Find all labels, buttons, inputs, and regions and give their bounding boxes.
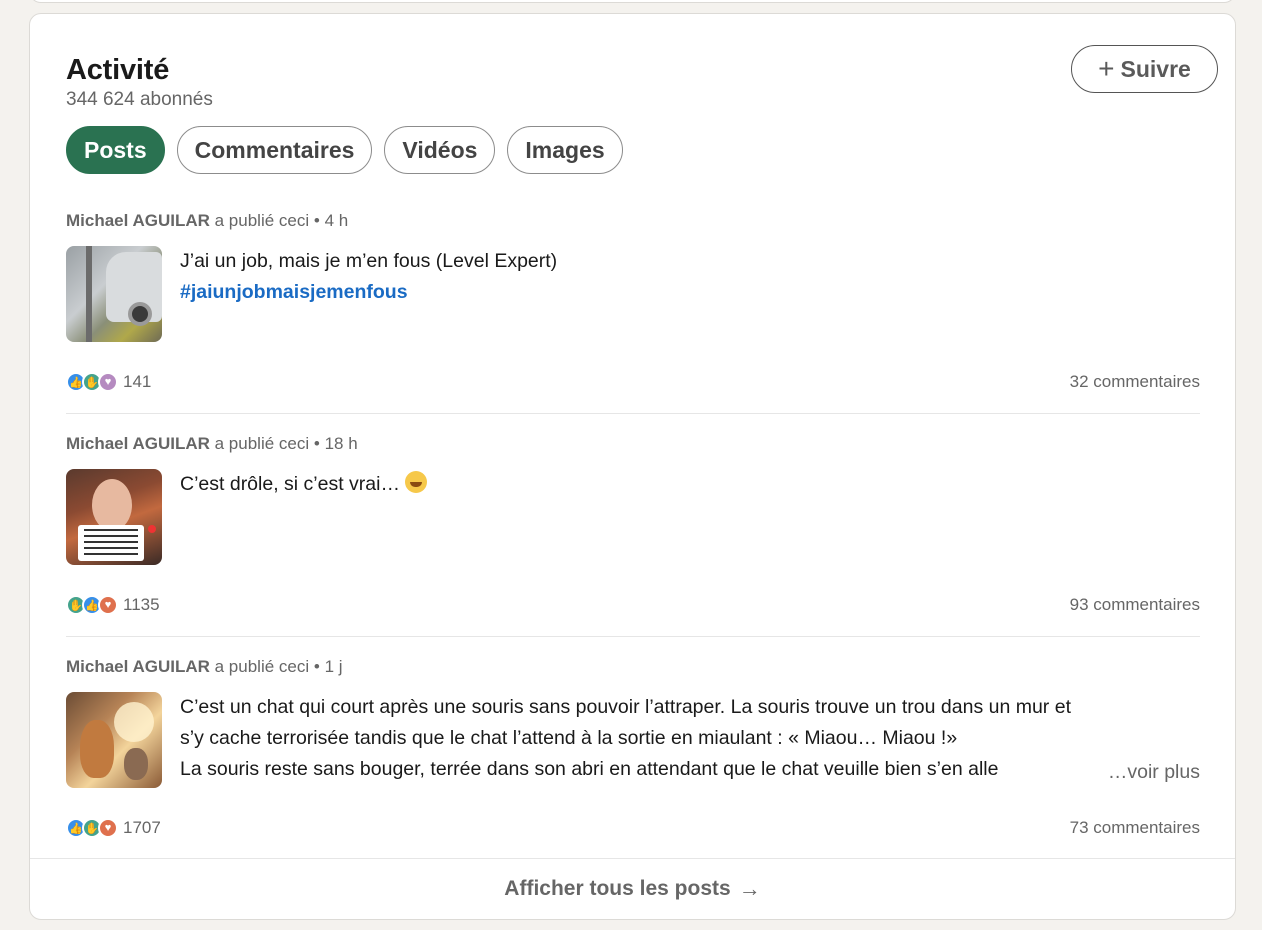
comments-count[interactable]: 32 commentaires bbox=[1070, 372, 1200, 392]
activity-title: Activité bbox=[66, 54, 170, 86]
show-all-posts-button[interactable]: Afficher tous les posts → bbox=[30, 858, 1235, 919]
post-text[interactable]: C’est un chat qui court après une souris… bbox=[180, 692, 1200, 788]
post-thumbnail[interactable] bbox=[66, 469, 162, 565]
post-text[interactable]: C’est drôle, si c’est vrai… bbox=[180, 469, 428, 565]
post-stats: 👍 ✋ ♥ 141 32 commentaires bbox=[66, 372, 1200, 392]
plus-icon: + bbox=[1098, 53, 1115, 84]
post-item[interactable]: Michael AGUILAR a publié ceci • 1 j C’es… bbox=[66, 656, 1200, 788]
post-thumbnail[interactable] bbox=[66, 692, 162, 788]
post-stats: ✋ 👍 ♥ 1135 93 commentaires bbox=[66, 595, 1200, 615]
post-author[interactable]: Michael AGUILAR bbox=[66, 434, 210, 453]
post-stats: 👍 ✋ ♥ 1707 73 commentaires bbox=[66, 818, 1200, 838]
tab-comments[interactable]: Commentaires bbox=[176, 126, 373, 174]
post-text-line: C’est un chat qui court après une souris… bbox=[180, 696, 1071, 718]
post-action: a publié ceci bbox=[214, 657, 310, 676]
post-author[interactable]: Michael AGUILAR bbox=[66, 657, 210, 676]
post-hashtag[interactable]: #jaiunjobmaisjemenfous bbox=[180, 277, 557, 308]
show-all-posts-label: Afficher tous les posts bbox=[504, 877, 731, 900]
reactions-summary[interactable]: 👍 ✋ ♥ 1707 bbox=[66, 818, 161, 838]
post-author[interactable]: Michael AGUILAR bbox=[66, 211, 210, 230]
post-divider bbox=[66, 636, 1200, 637]
rolling-laughing-emoji-icon bbox=[405, 471, 428, 493]
post-text-line: J’ai un job, mais je m’en fous (Level Ex… bbox=[180, 250, 558, 272]
post-item[interactable]: Michael AGUILAR a publié ceci • 4 h J’ai… bbox=[66, 210, 1200, 342]
comments-count[interactable]: 93 commentaires bbox=[1070, 595, 1200, 615]
tab-posts[interactable]: Posts bbox=[66, 126, 165, 174]
post-meta: Michael AGUILAR a publié ceci • 18 h bbox=[66, 433, 1200, 455]
post-meta: Michael AGUILAR a publié ceci • 4 h bbox=[66, 210, 1200, 232]
reaction-count: 141 bbox=[123, 372, 152, 391]
activity-header: Activité 344 624 abonnés bbox=[66, 52, 213, 112]
reaction-count: 1707 bbox=[123, 818, 161, 837]
meta-separator: • bbox=[313, 657, 325, 676]
arrow-right-icon: → bbox=[738, 876, 761, 901]
post-text-line: C’est drôle, si c’est vrai… bbox=[180, 473, 400, 495]
reactions-summary[interactable]: ✋ 👍 ♥ 1135 bbox=[66, 595, 160, 615]
post-meta: Michael AGUILAR a publié ceci • 1 j bbox=[66, 656, 1200, 678]
activity-card: Activité 344 624 abonnés + Suivre Posts … bbox=[29, 13, 1236, 920]
post-time: 4 h bbox=[324, 211, 349, 230]
post-action: a publié ceci bbox=[214, 434, 310, 453]
post-text[interactable]: J’ai un job, mais je m’en fous (Level Ex… bbox=[180, 246, 557, 342]
tab-videos[interactable]: Vidéos bbox=[384, 126, 496, 174]
meta-separator: • bbox=[313, 211, 325, 230]
post-divider bbox=[66, 413, 1200, 414]
follow-button-label: Suivre bbox=[1120, 55, 1191, 82]
comments-count[interactable]: 73 commentaires bbox=[1070, 818, 1200, 838]
activity-tabs: Posts Commentaires Vidéos Images bbox=[66, 126, 623, 174]
post-item[interactable]: Michael AGUILAR a publié ceci • 18 h C’e… bbox=[66, 433, 1200, 565]
reactions-summary[interactable]: 👍 ✋ ♥ 141 bbox=[66, 372, 151, 392]
tab-images[interactable]: Images bbox=[507, 126, 623, 174]
see-more-link[interactable]: …voir plus bbox=[1093, 757, 1200, 788]
post-text-line: La souris reste sans bouger, terrée dans… bbox=[180, 758, 999, 780]
previous-card-edge bbox=[29, 0, 1236, 3]
follow-button[interactable]: + Suivre bbox=[1071, 45, 1218, 93]
love-reaction-icon: ♥ bbox=[98, 595, 118, 615]
post-text-line: s’y cache terrorisée tandis que le chat … bbox=[180, 727, 958, 749]
post-time: 1 j bbox=[324, 657, 343, 676]
post-thumbnail[interactable] bbox=[66, 246, 162, 342]
followers-count: 344 624 abonnés bbox=[66, 89, 213, 110]
post-time: 18 h bbox=[324, 434, 358, 453]
reaction-count: 1135 bbox=[123, 595, 160, 614]
meta-separator: • bbox=[313, 434, 325, 453]
post-action: a publié ceci bbox=[214, 211, 310, 230]
support-reaction-icon: ♥ bbox=[98, 372, 118, 392]
love-reaction-icon: ♥ bbox=[98, 818, 118, 838]
